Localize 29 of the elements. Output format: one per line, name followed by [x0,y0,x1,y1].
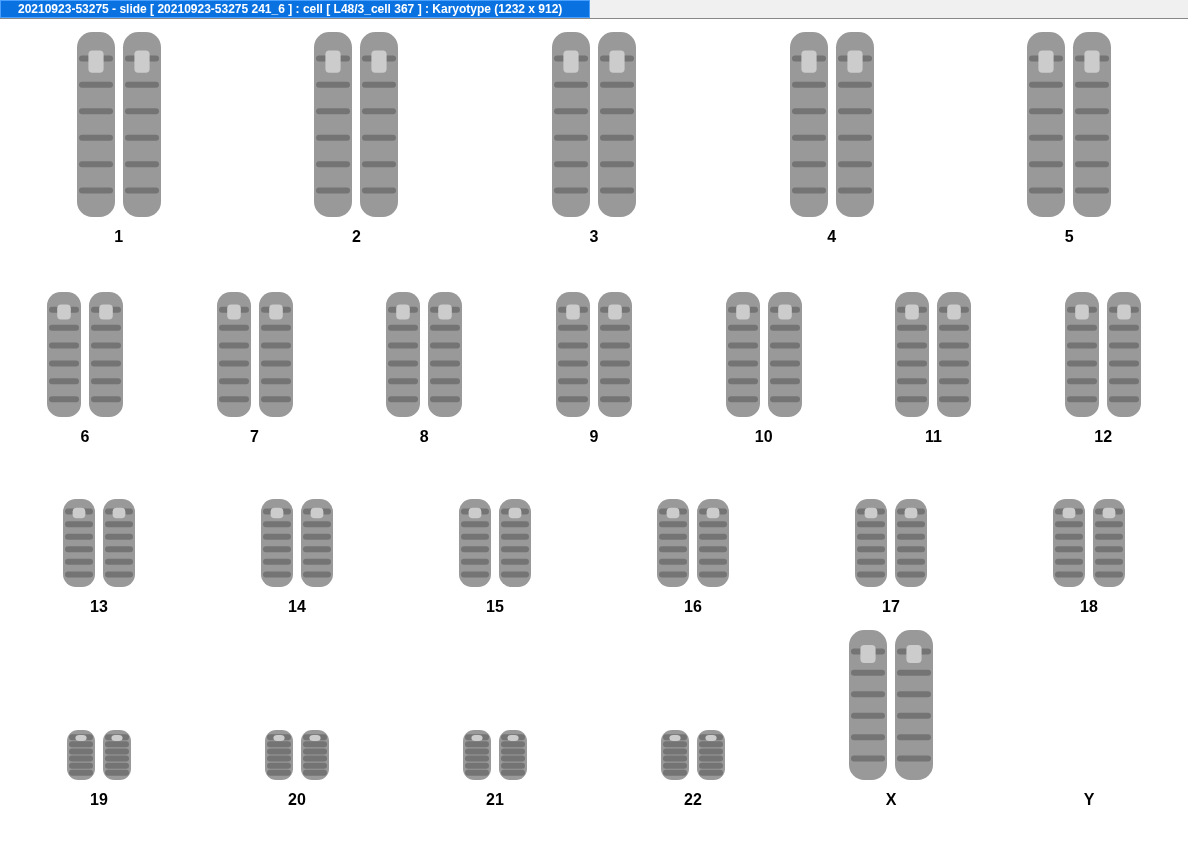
chromosome-pair-drawing [265,730,329,780]
chromosome-number: 6 [80,427,90,447]
chromosome-number: 20 [288,790,306,810]
chromosome-number: 4 [827,227,837,247]
chromosome-number: 16 [684,597,702,617]
chromosome-number: 21 [486,790,504,810]
chromosome-number: 19 [90,790,108,810]
chromosome-number: 11 [924,427,942,447]
chromosome-number: 12 [1094,427,1113,447]
chromosome-number: 7 [250,427,259,447]
chromosome-pair-drawing [463,730,527,780]
chromosome-number: 3 [589,227,599,247]
chromosome-number: 14 [288,597,306,617]
chromosome-number: 18 [1080,597,1098,617]
chromosome-number: 2 [351,227,361,247]
chromosome-number: 8 [419,427,429,447]
chromosome-number: X [885,790,897,810]
chromosome-pair-drawing [661,730,725,780]
chromosome-number: 13 [90,597,108,617]
chromosome-number: Y [1083,790,1095,810]
window-title: 20210923-53275 - slide [ 20210923-53275 241_6 ] : cell [ L48/3_cell 367 ] : Karyotype (1232 x 912) [0,0,590,18]
chromosome-pair-drawing [67,730,131,780]
chromosome-number: 15 [486,597,504,617]
chromosome-number: 9 [589,427,599,447]
chromosome-number: 22 [684,790,702,810]
chromosome-number: 5 [1064,227,1074,247]
chromosome-number: 1 [114,227,124,247]
chromosome-number: 10 [754,427,773,447]
chromosome-number: 17 [882,597,900,617]
